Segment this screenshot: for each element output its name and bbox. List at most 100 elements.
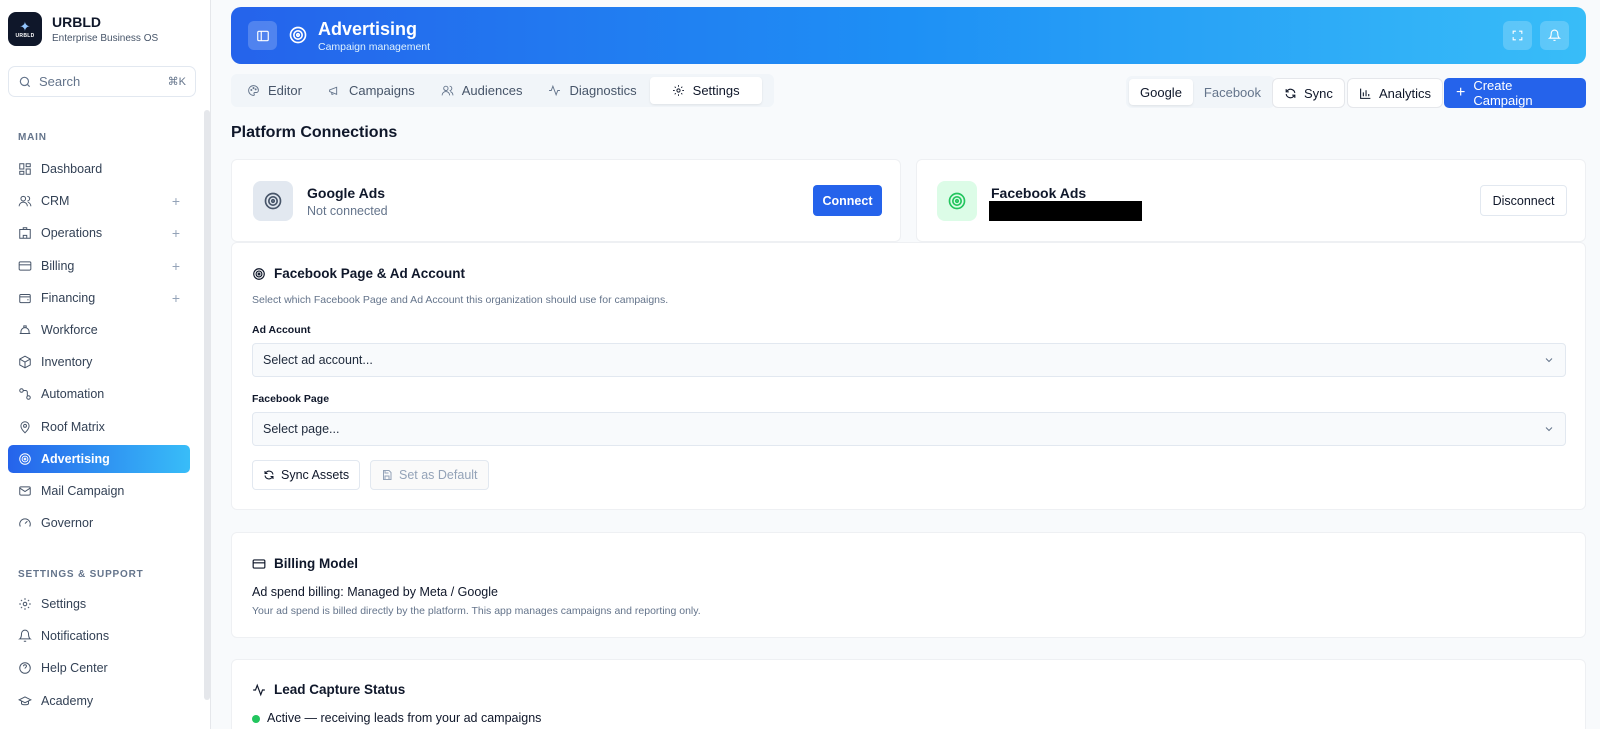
sidebar-item-label: Academy (41, 693, 94, 708)
activity-icon (549, 84, 561, 97)
expand-plus-icon[interactable]: + (172, 193, 180, 209)
hard-hat-icon (19, 325, 31, 334)
workflow-icon (19, 388, 31, 401)
ad-account-select[interactable]: Select ad account... (252, 343, 1566, 377)
help-circle-icon (19, 662, 31, 675)
search-input[interactable]: Search ⌘K (8, 66, 196, 97)
notifications-button[interactable] (1540, 21, 1569, 50)
set-as-default-button[interactable]: Set as Default (370, 460, 489, 490)
search-icon (19, 76, 31, 87)
chevron-down-icon (1545, 427, 1553, 432)
sidebar-item-inventory[interactable]: Inventory (8, 348, 190, 376)
sidebar-item-academy[interactable]: Academy (8, 687, 190, 715)
logo-star-icon: ✦ (19, 18, 31, 34)
create-campaign-label: Create Campaign (1473, 78, 1533, 108)
search-shortcut: ⌘K (167, 76, 186, 88)
sidebar-item-automation[interactable]: Automation (8, 380, 190, 408)
bell-icon (1548, 29, 1561, 41)
mail-icon (19, 486, 31, 496)
lead-capture-title: Lead Capture Status (252, 682, 405, 697)
billing-model-title-text: Billing Model (274, 556, 358, 571)
building-icon (19, 227, 31, 240)
target-icon (948, 192, 966, 210)
sync-assets-label: Sync Assets (281, 468, 350, 482)
sidebar-item-label: Automation (41, 387, 105, 402)
facebook-assets-title-text: Facebook Page & Ad Account (274, 266, 466, 281)
facebook-page-select[interactable]: Select page... (252, 412, 1566, 446)
platform-google-option[interactable]: Google (1129, 79, 1193, 105)
search-placeholder: Search (39, 74, 81, 89)
google-ads-title: Google Ads (307, 185, 386, 201)
main-section-label: MAIN (18, 132, 47, 143)
users-icon (18, 196, 32, 207)
lead-capture-title-text: Lead Capture Status (274, 682, 406, 697)
tab-label: Audiences (461, 83, 523, 98)
tab-settings[interactable]: Settings (649, 77, 762, 104)
sidebar-item-roof-matrix[interactable]: Roof Matrix (8, 413, 190, 441)
brand[interactable]: ✦ URBLD URBLD Enterprise Business OS (8, 12, 158, 46)
expand-plus-icon[interactable]: + (172, 290, 180, 306)
sidebar-scrollbar[interactable] (204, 110, 210, 700)
status-active-dot (252, 715, 260, 723)
analytics-label: Analytics (1379, 85, 1432, 101)
create-campaign-button[interactable]: + Create Campaign (1444, 78, 1586, 108)
section-title-platform-connections: Platform Connections (231, 124, 398, 141)
sidebar: ✦ URBLD URBLD Enterprise Business OS Sea… (0, 0, 211, 729)
sidebar-item-label: Roof Matrix (41, 419, 105, 434)
sync-button[interactable]: Sync (1272, 78, 1345, 108)
refresh-icon (264, 470, 274, 480)
platform-facebook-option[interactable]: Facebook (1193, 79, 1272, 105)
billing-description: Your ad spend is billed directly by the … (252, 605, 701, 617)
sidebar-item-mail-campaign[interactable]: Mail Campaign (8, 477, 190, 505)
sidebar-item-operations[interactable]: Operations + (8, 219, 190, 247)
sidebar-item-crm[interactable]: CRM + (8, 187, 190, 215)
fullscreen-button[interactable] (1503, 21, 1532, 50)
sidebar-item-help-center[interactable]: Help Center (8, 654, 190, 682)
sidebar-item-governor[interactable]: Governor (8, 509, 190, 537)
sidebar-item-notifications[interactable]: Notifications (8, 622, 190, 650)
brand-name: URBLD (52, 14, 101, 30)
tab-diagnostics[interactable]: Diagnostics (535, 77, 649, 104)
facebook-page-label: Facebook Page (252, 393, 330, 405)
chevron-down-icon (1545, 358, 1553, 363)
analytics-button[interactable]: Analytics (1347, 78, 1444, 108)
tab-audiences[interactable]: Audiences (428, 77, 536, 104)
tab-label: Campaigns (348, 83, 415, 98)
brand-subtitle: Enterprise Business OS (52, 33, 159, 44)
activity-icon (253, 683, 265, 696)
logo-text: URBLD (15, 32, 35, 39)
sidebar-item-label: Governor (41, 516, 94, 531)
sidebar-item-workforce[interactable]: Workforce (8, 316, 190, 344)
sidebar-toggle-icon (256, 30, 269, 41)
tab-label: Editor (268, 83, 302, 98)
google-ads-card: Google Ads Not connected Connect (231, 159, 901, 242)
expand-plus-icon[interactable]: + (172, 258, 180, 274)
facebook-page-value: Select page... (263, 422, 340, 436)
page-title-header: Advertising (318, 19, 418, 39)
sidebar-item-dashboard[interactable]: Dashboard (8, 155, 190, 183)
toggle-sidebar-button[interactable] (248, 21, 277, 50)
expand-plus-icon[interactable]: + (172, 225, 180, 241)
tab-campaigns[interactable]: Campaigns (315, 77, 428, 104)
facebook-assets-description: Select which Facebook Page and Ad Accoun… (252, 294, 669, 306)
tab-editor[interactable]: Editor (234, 77, 315, 104)
sidebar-item-label: Billing (41, 258, 75, 273)
sidebar-item-financing[interactable]: Financing + (8, 284, 190, 312)
sidebar-item-label: CRM (41, 194, 70, 209)
sidebar-item-billing[interactable]: Billing + (8, 252, 190, 280)
sidebar-item-label: Mail Campaign (41, 483, 125, 498)
sidebar-item-advertising[interactable]: Advertising (8, 444, 190, 473)
users-icon (441, 85, 454, 96)
credit-card-icon (252, 558, 266, 569)
ad-account-label: Ad Account (252, 324, 311, 336)
sync-assets-button[interactable]: Sync Assets (252, 460, 361, 490)
billing-headline: Ad spend billing: Managed by Meta / Goog… (252, 585, 498, 599)
sidebar-item-settings[interactable]: Settings (8, 590, 190, 618)
redacted-account-name (989, 201, 1142, 221)
page-header: Advertising Campaign management (231, 7, 1586, 64)
graduation-cap-icon (18, 695, 32, 705)
sidebar-item-label: Advertising (41, 451, 110, 466)
connect-google-button[interactable]: Connect (813, 185, 882, 216)
fullscreen-icon (1512, 30, 1523, 41)
disconnect-facebook-button[interactable]: Disconnect (1480, 185, 1567, 216)
